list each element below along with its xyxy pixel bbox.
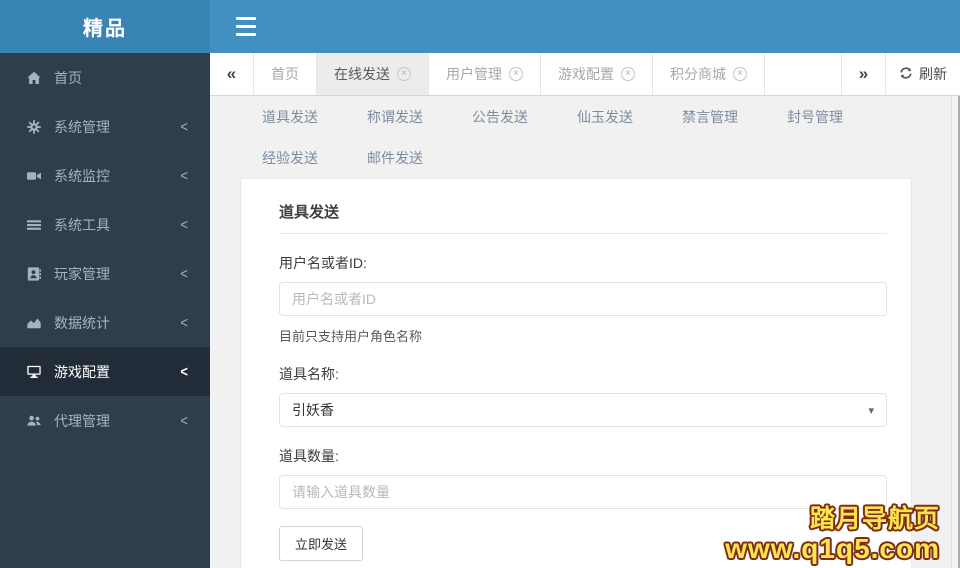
tab-bar: « 首页 在线发送 × 用户管理 × 游戏配置 × 积分商城 × » 刷新 xyxy=(210,53,960,96)
chevron-left-icon: < xyxy=(180,362,188,381)
subnav: 道具发送 称谓发送 公告发送 仙玉发送 禁言管理 封号管理 经验发送 邮件发送 xyxy=(210,96,946,178)
chevron-left-icon: < xyxy=(180,313,188,332)
sidebar-item-label: 游戏配置 xyxy=(54,363,110,380)
sidebar-item-label: 数据统计 xyxy=(54,314,110,331)
sidebar-item-label: 系统管理 xyxy=(54,118,110,135)
chevron-left-icon: < xyxy=(180,215,188,234)
desktop-icon xyxy=(27,365,44,379)
subnav-item-xianyu-send[interactable]: 仙玉发送 xyxy=(577,107,633,127)
chevron-left-icon: < xyxy=(180,166,188,185)
tabs-scroll-left-button[interactable]: « xyxy=(210,53,254,95)
username-field[interactable] xyxy=(279,282,887,316)
top-navbar xyxy=(210,0,960,53)
sidebar-item-game-config[interactable]: 游戏配置 < xyxy=(0,347,210,396)
chevron-left-icon: < xyxy=(180,117,188,136)
address-book-icon xyxy=(27,266,44,281)
tab-points-mall[interactable]: 积分商城 × xyxy=(653,53,765,95)
item-name-select[interactable]: 引妖香 ▾ xyxy=(279,393,887,427)
home-icon xyxy=(27,71,44,85)
sidebar-item-home[interactable]: 首页 xyxy=(0,53,210,102)
watermark: 踏月导航页 www.q1q5.com xyxy=(725,505,940,564)
item-count-label: 道具数量: xyxy=(279,448,339,464)
video-camera-icon xyxy=(27,169,44,183)
subnav-item-mail-send[interactable]: 邮件发送 xyxy=(367,148,423,168)
tab-label: 积分商城 xyxy=(670,66,726,82)
close-icon[interactable]: × xyxy=(733,67,747,81)
sidebar-item-system-tools[interactable]: 系统工具 < xyxy=(0,200,210,249)
subnav-item-exp-send[interactable]: 经验发送 xyxy=(262,148,318,168)
sidebar-item-player-manage[interactable]: 玩家管理 < xyxy=(0,249,210,298)
close-icon[interactable]: × xyxy=(621,67,635,81)
item-name-selected-value: 引妖香 xyxy=(292,402,334,418)
item-name-label: 道具名称: xyxy=(279,366,339,382)
watermark-line1: 踏月导航页 xyxy=(809,504,940,533)
refresh-icon xyxy=(899,66,913,83)
sidebar-item-label: 首页 xyxy=(54,69,82,86)
tab-label: 在线发送 xyxy=(334,66,390,82)
tab-game-config[interactable]: 游戏配置 × xyxy=(541,53,653,95)
username-label: 用户名或者ID: xyxy=(279,255,367,271)
chevron-left-icon: < xyxy=(180,411,188,430)
tabs-scroll-right-button[interactable]: » xyxy=(841,53,885,95)
username-hint: 目前只支持用户角色名称 xyxy=(279,329,423,344)
tab-user-manage[interactable]: 用户管理 × xyxy=(429,53,541,95)
sidebar-item-system-manage[interactable]: 系统管理 < xyxy=(0,102,210,151)
subnav-item-ban-manage[interactable]: 封号管理 xyxy=(787,107,843,127)
vertical-scrollbar[interactable] xyxy=(951,96,960,568)
close-icon[interactable]: × xyxy=(509,67,523,81)
sidebar: 首页 系统管理 < 系统监控 < 系统工具 < 玩家管理 < 数据统计 < 游戏… xyxy=(0,53,210,568)
sidebar-item-data-stats[interactable]: 数据统计 < xyxy=(0,298,210,347)
sidebar-item-label: 系统工具 xyxy=(54,216,110,233)
watermark-line2: www.q1q5.com xyxy=(725,532,940,564)
tab-label: 首页 xyxy=(271,66,299,82)
tab-label: 用户管理 xyxy=(446,66,502,82)
tab-home[interactable]: 首页 xyxy=(254,53,317,95)
sidebar-item-label: 玩家管理 xyxy=(54,265,110,282)
chevron-left-icon: < xyxy=(180,264,188,283)
users-icon xyxy=(27,414,44,428)
brand-logo[interactable]: 精品 xyxy=(0,0,210,53)
gear-icon xyxy=(27,119,44,134)
list-icon xyxy=(27,218,44,232)
brand-title: 精品 xyxy=(83,18,127,40)
area-chart-icon xyxy=(27,316,44,330)
sidebar-item-label: 系统监控 xyxy=(54,167,110,184)
tab-online-send[interactable]: 在线发送 × xyxy=(317,53,429,95)
refresh-label: 刷新 xyxy=(919,66,947,82)
hamburger-icon[interactable] xyxy=(236,17,256,36)
chevron-down-icon: ▾ xyxy=(868,404,874,417)
sidebar-item-label: 代理管理 xyxy=(54,412,110,429)
tab-label: 游戏配置 xyxy=(558,66,614,82)
subnav-item-item-send[interactable]: 道具发送 xyxy=(262,107,318,127)
panel-title: 道具发送 xyxy=(279,193,887,234)
subnav-item-mute-manage[interactable]: 禁言管理 xyxy=(682,107,738,127)
send-button[interactable]: 立即发送 xyxy=(279,526,364,561)
close-icon[interactable]: × xyxy=(397,67,411,81)
subnav-item-title-send[interactable]: 称谓发送 xyxy=(367,107,423,127)
sidebar-item-system-monitor[interactable]: 系统监控 < xyxy=(0,151,210,200)
sidebar-item-agent-manage[interactable]: 代理管理 < xyxy=(0,396,210,445)
subnav-item-notice-send[interactable]: 公告发送 xyxy=(472,107,528,127)
refresh-button[interactable]: 刷新 xyxy=(885,53,960,95)
